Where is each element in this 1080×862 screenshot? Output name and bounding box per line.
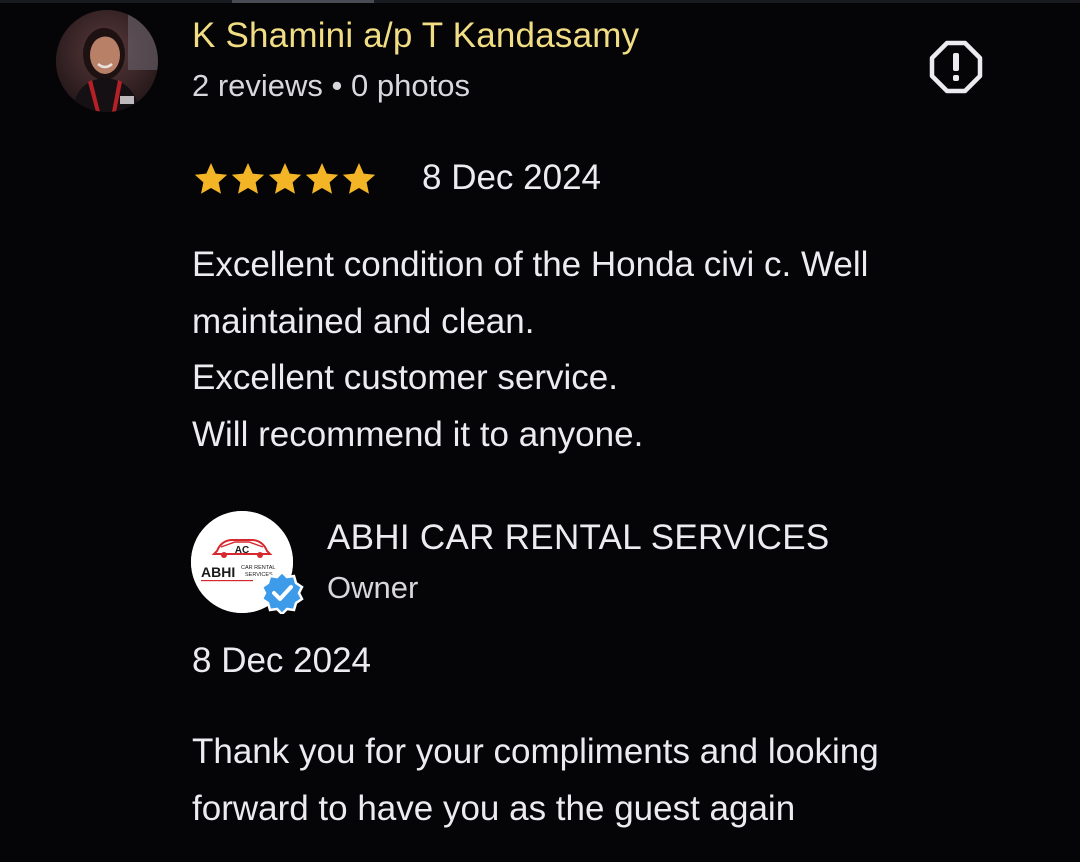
reply-text: Thank you for your compliments and looki…	[192, 724, 1042, 837]
reply-date: 8 Dec 2024	[192, 641, 372, 680]
reviewer-avatar[interactable]	[56, 10, 158, 112]
reviewer-photo	[56, 10, 158, 112]
owner-name[interactable]: ABHI CAR RENTAL SERVICES	[327, 518, 830, 558]
reviewer-name[interactable]: K Shamini a/p T Kandasamy	[192, 16, 639, 56]
owner-role: Owner	[327, 570, 419, 605]
star-rating	[193, 161, 377, 197]
reply-text-line: Thank you for your compliments and looki…	[192, 732, 879, 771]
top-divider	[0, 0, 1080, 3]
logo-brand: ABHI	[201, 564, 235, 580]
star-icon	[194, 163, 228, 194]
reviewer-stats: 2 reviews • 0 photos	[192, 68, 470, 103]
star-icon	[305, 163, 339, 194]
logo-monogram: AC	[235, 545, 249, 556]
review-text-line: Excellent customer service.	[192, 358, 618, 397]
scroll-indicator	[232, 0, 374, 3]
verified-badge-icon	[260, 570, 304, 616]
review-date: 8 Dec 2024	[422, 158, 602, 197]
report-icon[interactable]	[928, 39, 984, 95]
review-text-line: Excellent condition of the Honda civi c.…	[192, 245, 869, 284]
star-icon	[342, 163, 376, 194]
review-text: Excellent condition of the Honda civi c.…	[192, 237, 1022, 463]
reply-text-line: forward to have you as the guest again	[192, 788, 796, 828]
review-text-line: maintained and clean.	[192, 301, 535, 341]
review-text-line: Will recommend it to anyone.	[192, 414, 644, 454]
star-icon	[231, 163, 265, 194]
star-icon	[268, 163, 302, 194]
